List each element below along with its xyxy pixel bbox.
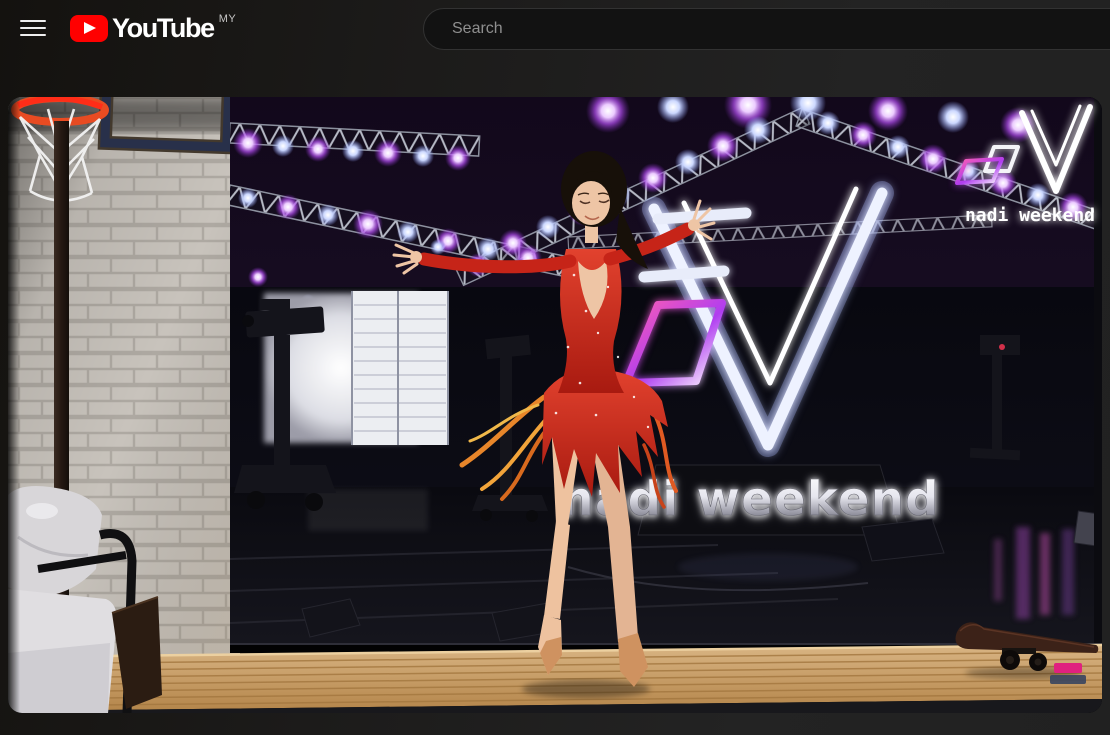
search-input[interactable] bbox=[450, 19, 1110, 39]
youtube-logo[interactable]: YouTube MY bbox=[70, 12, 236, 45]
hamburger-line bbox=[20, 34, 46, 36]
floor-sticker-pink bbox=[1054, 663, 1082, 673]
hamburger-line bbox=[20, 20, 46, 22]
search-box bbox=[423, 8, 1110, 50]
youtube-page: { "header": { "brand": "YouTube", "regio… bbox=[0, 0, 1110, 735]
youtube-play-icon bbox=[70, 15, 108, 42]
top-bar: YouTube MY bbox=[0, 0, 1110, 56]
floor-sticker-blue bbox=[1050, 675, 1086, 684]
edge-vignette bbox=[8, 97, 20, 713]
hamburger-line bbox=[20, 27, 46, 29]
youtube-wordmark: YouTube bbox=[112, 12, 214, 45]
region-code: MY bbox=[219, 13, 237, 25]
watermark-text: nadi weekend bbox=[965, 205, 1095, 226]
hamburger-menu-icon[interactable] bbox=[13, 8, 53, 48]
video-player[interactable]: nadi weekend nadi weekend bbox=[8, 97, 1102, 713]
